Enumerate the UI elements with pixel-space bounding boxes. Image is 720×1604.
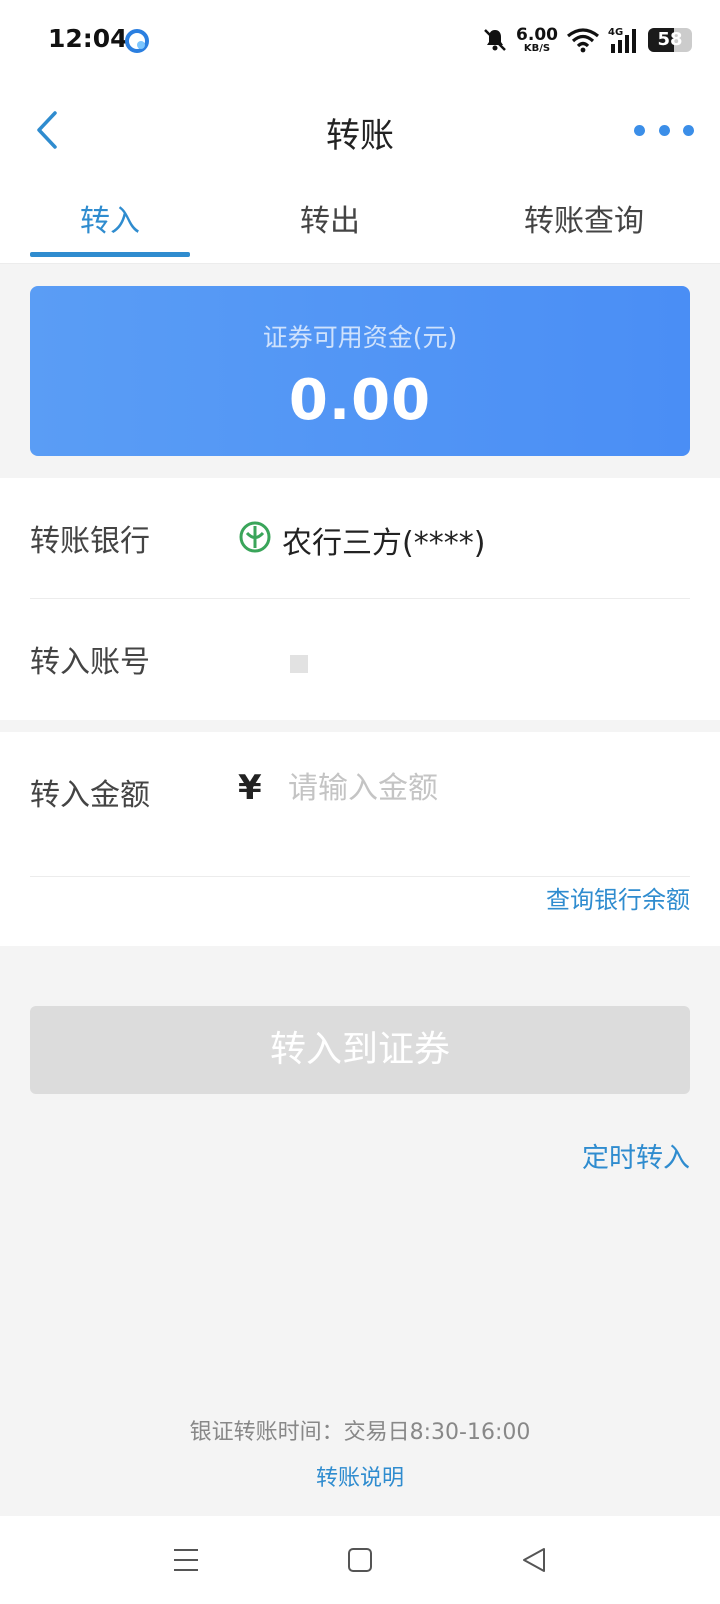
- transfer-explain-label: 转账说明: [315, 1466, 404, 1491]
- tab-transfer-in[interactable]: 转入: [30, 196, 190, 240]
- status-bar: 12:04 6.00 KB/S 4G 58: [0, 0, 720, 84]
- status-icons: 6.00 KB/S 4G 58: [482, 22, 692, 58]
- menu-icon: [174, 1549, 198, 1571]
- battery-level: 58: [657, 29, 683, 50]
- home-button[interactable]: [338, 1540, 382, 1580]
- more-button[interactable]: [634, 112, 694, 148]
- system-nav-bar: [0, 1516, 720, 1604]
- transfer-to-securities-button[interactable]: 转入到证券: [30, 1006, 690, 1094]
- page-title: 转账: [326, 116, 394, 156]
- net-speed: 6.00 KB/S: [516, 24, 558, 54]
- balance-value: 0.00: [288, 368, 432, 433]
- status-time: 12:04: [48, 24, 128, 53]
- transfer-hours-text: 银证转账时间：交易日8:30-16:00: [189, 1420, 531, 1445]
- transfer-explain-link[interactable]: 转账说明: [0, 1460, 720, 1492]
- app-notification-icon: [125, 29, 149, 53]
- bank-row[interactable]: 转账银行 农行三方(****): [30, 478, 690, 598]
- amount-section: 转入金额 ¥ 查询银行余额: [0, 732, 720, 946]
- timed-transfer-link[interactable]: 定时转入: [582, 1136, 690, 1175]
- tab-transfer-query[interactable]: 转账查询: [484, 196, 684, 240]
- row-divider: [30, 876, 690, 877]
- net-speed-unit: KB/S: [523, 42, 551, 54]
- query-bank-balance-link[interactable]: 查询银行余额: [546, 880, 690, 915]
- balance-card: 证券可用资金(元) 0.00: [30, 286, 690, 456]
- menu-button[interactable]: [164, 1540, 208, 1580]
- net-speed-value: 6.00: [516, 24, 558, 45]
- account-label: 转入账号: [30, 645, 150, 680]
- amount-input[interactable]: [288, 764, 668, 812]
- home-square-icon: [348, 1548, 372, 1572]
- transfer-screen: 12:04 6.00 KB/S 4G 58 转账 转入 转出 转账查询 证券可用…: [0, 0, 720, 1604]
- account-row: 转入账号: [30, 599, 690, 719]
- more-dot: [658, 124, 670, 136]
- more-dot: [634, 124, 645, 136]
- currency-symbol: ¥: [238, 768, 262, 808]
- network-type-label: 4G: [608, 27, 623, 38]
- amount-label: 转入金额: [30, 778, 150, 813]
- tab-transfer-out[interactable]: 转出: [250, 196, 410, 240]
- signal-icon: 4G: [608, 27, 636, 53]
- active-tab-indicator: [30, 252, 190, 257]
- back-nav-button[interactable]: [512, 1540, 556, 1580]
- battery-icon: 58: [648, 28, 692, 52]
- account-number-masked: [290, 655, 308, 673]
- bank-name: 农行三方(****): [282, 526, 486, 561]
- mute-bell-icon: [484, 29, 506, 51]
- abc-bank-logo-icon: [239, 521, 271, 553]
- wifi-icon: [567, 28, 599, 53]
- back-triangle-icon: [523, 1548, 545, 1572]
- bank-label: 转账银行: [30, 524, 150, 559]
- amount-row: 转入金额 ¥: [30, 732, 690, 852]
- bank-account-section: 转账银行 农行三方(****) 转入账号: [0, 478, 720, 720]
- more-dot: [683, 124, 694, 136]
- balance-label: 证券可用资金(元): [262, 323, 458, 352]
- header: 转账: [0, 84, 720, 178]
- tab-bar: 转入 转出 转账查询: [0, 178, 720, 264]
